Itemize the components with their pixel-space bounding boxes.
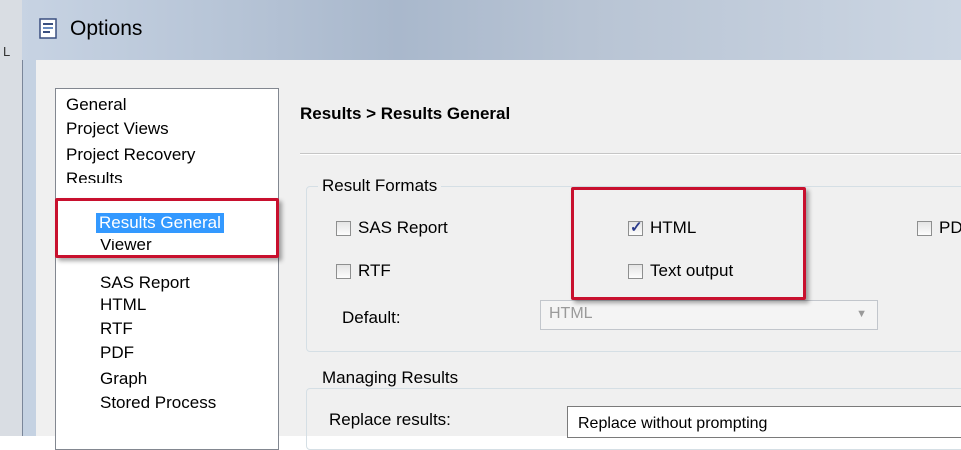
- replace-results-select[interactable]: Replace without prompting: [567, 406, 961, 438]
- pdf-label: PDF: [939, 218, 961, 237]
- sas-report-checkbox[interactable]: [336, 221, 351, 236]
- default-format-select[interactable]: HTML ▼: [540, 300, 878, 330]
- rtf-checkbox[interactable]: [336, 264, 351, 279]
- nav-item-pdf[interactable]: PDF: [100, 343, 134, 363]
- title-divider: [300, 153, 961, 155]
- nav-item-project-views[interactable]: Project Views: [66, 119, 169, 139]
- nav-item-general[interactable]: General: [66, 95, 126, 115]
- nav-item-results[interactable]: Results: [66, 169, 123, 183]
- replace-results-value: Replace without prompting: [578, 415, 768, 432]
- page-title: Results > Results General: [300, 104, 511, 123]
- options-nav-tree[interactable]: General Project Views Project Recovery R…: [55, 88, 279, 450]
- nav-item-stored-process[interactable]: Stored Process: [100, 393, 216, 413]
- chevron-down-icon: ▼: [856, 308, 867, 320]
- window-title: Options: [70, 17, 143, 40]
- title-bar[interactable]: Options: [22, 0, 961, 61]
- nav-item-project-recovery[interactable]: Project Recovery: [66, 145, 195, 165]
- annotation-highlight-formats: [571, 187, 806, 300]
- pdf-checkbox[interactable]: [917, 221, 932, 236]
- nav-item-html[interactable]: HTML: [100, 295, 146, 315]
- bg-glyph: L: [3, 44, 11, 59]
- nav-item-rtf[interactable]: RTF: [100, 319, 133, 339]
- sas-report-label: SAS Report: [358, 218, 448, 237]
- options-dialog-icon: [39, 18, 57, 39]
- replace-results-label: Replace results:: [329, 410, 451, 429]
- nav-item-sas-report[interactable]: SAS Report: [100, 273, 190, 293]
- default-format-label: Default:: [342, 308, 401, 327]
- result-formats-legend: Result Formats: [318, 176, 442, 196]
- background-window-strip: L: [0, 0, 23, 436]
- annotation-highlight-results-general: [55, 198, 279, 258]
- default-format-value: HTML: [549, 305, 593, 322]
- rtf-label: RTF: [358, 261, 391, 280]
- managing-results-legend: Managing Results: [318, 368, 463, 388]
- nav-item-graph[interactable]: Graph: [100, 369, 147, 389]
- window-frame: [22, 60, 37, 436]
